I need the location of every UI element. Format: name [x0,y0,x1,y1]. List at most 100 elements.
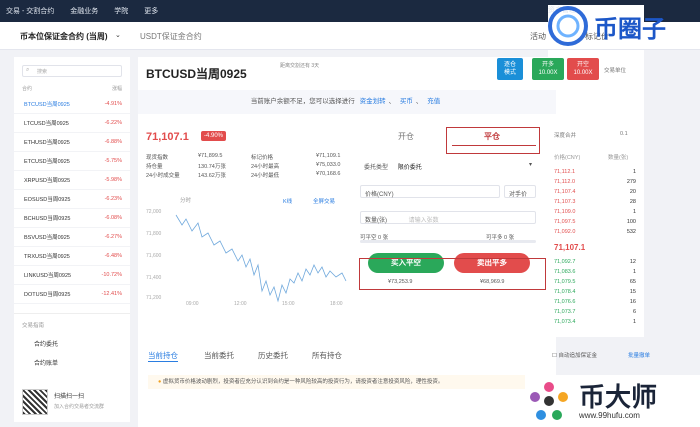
ask-qty: 279 [626,179,636,185]
ask-price: 71,112.1 [554,169,576,175]
stat-label: 持仓量 [146,164,163,170]
order-type-select[interactable]: 委托类型 限价委托 ▾ [360,159,536,172]
ask-qty: 1 [632,169,636,175]
ask-price: 71,107.4 [554,189,576,195]
stat-row: 持仓量 130.74万张 24小时最高 ¥75,033.0 [146,162,354,170]
stat-row: 现货指数 ¥71,899.5 标记价格 ¥71,109.1 [146,153,354,161]
stat-value: ¥71,109.1 [316,153,341,159]
y-tick: 72,000 [146,209,162,215]
ask-qty: 100 [626,219,636,225]
badge-line: 10.00X [538,70,558,76]
contract-change: -6.22% [104,120,122,126]
contract-name: XRPUSD当周0925 [24,178,71,184]
stat-label: 24小时最高 [251,164,280,170]
badge-line: 开多 [541,62,554,68]
warning-text: 虚拟货币价格波动剧烈，投资者应充分认识到合约是一种风险较高的投资行为，请投资者注… [162,379,444,385]
contract-list-item[interactable]: LTCUSD当周0925 -6.22% [14,114,130,133]
delivery-countdown: 距离交割还有 3天 [280,63,320,69]
price-input[interactable]: 价格(CNY) [360,185,500,198]
contract-list-item[interactable]: DOTUSD当周0925 -12.41% [14,285,130,304]
tab-open-position[interactable]: 开仓 [398,131,414,142]
stat-value: ¥75,033.0 [316,162,341,168]
counterparty-price-button[interactable]: 对手价 [504,185,536,198]
x-tick: 09:00 [186,301,199,307]
contract-list-item[interactable]: ETCUSD当周0925 -5.75% [14,152,130,171]
search-icon: ⌕ [26,67,30,73]
ask-price: 71,109.0 [554,209,576,215]
trading-guide-label: 交易指南 [22,323,45,329]
price-label: 价格(CNY) [365,192,394,198]
contract-list-item[interactable]: BSVUSD当周0925 -6.27% [14,228,130,247]
notice-link-deposit[interactable]: 充值 [427,98,440,105]
notice-link-transfer[interactable]: 资金划转 [360,98,386,105]
coin-logo-icon [548,6,588,46]
bid-price: 71,092.7 [554,259,576,265]
list-header: 合约 涨幅 [22,85,122,92]
nav-item-trade[interactable]: 交易 - 交割合约 [6,6,54,16]
qr-title: 扫描扫一扫 [54,394,85,400]
last-price: 71,107.1 [146,131,189,143]
contract-name: BSVUSD当周0925 [24,235,70,241]
y-tick: 71,400 [146,275,162,281]
tab-current-orders[interactable]: 当前委托 [204,350,234,361]
margin-mode-badge[interactable]: 逐仓 模式 [497,58,523,80]
contract-list-item[interactable]: XRPUSD当周0925 -5.98% [14,171,130,190]
tab-usdt-margined[interactable]: USDT保证金合约 [140,31,202,42]
contract-list-item[interactable]: BCHUSD当周0925 -6.08% [14,209,130,228]
search-input[interactable]: 搜索 [22,65,122,77]
bid-price: 71,076.6 [554,299,576,305]
auto-margin-checkbox[interactable]: ☐ 自动追加保证金 [552,351,597,359]
nav-item-more[interactable]: 更多 [144,6,158,16]
contract-list-item[interactable]: ETHUSD当周0925 -6.88% [14,133,130,152]
contract-change: -5.98% [104,177,122,183]
bid-qty: 16 [629,299,636,305]
contract-list-item[interactable]: BTCUSD当周0925 -4.91% [14,95,130,114]
contract-list-item[interactable]: TRXUSD当周0925 -6.48% [14,247,130,266]
short-leverage-badge[interactable]: 开空 10.00X [567,58,599,80]
notice-text: 当前账户余额不足，您可以选择进行 [250,98,355,105]
qty-placeholder: 请输入张数 [408,218,439,224]
qr-subtitle: 加入合约交易者交流群 [54,404,105,410]
ask-price: 71,107.3 [554,199,576,205]
contract-orders-link[interactable]: 合约委托 [34,339,58,348]
contract-list-item[interactable]: LINKUSD当周0925 -10.72% [14,266,130,285]
nav-item-academy[interactable]: 学院 [114,6,128,16]
stat-label: 24小时成交量 [146,173,180,179]
depth-value[interactable]: 0.1 [620,131,628,137]
ask-price: 71,092.0 [554,229,576,235]
notice-link-buy[interactable]: 买币 [400,98,413,105]
contract-bill-link[interactable]: 合约账单 [34,358,58,367]
x-tick: 15:00 [282,301,295,307]
stat-row: 24小时成交量 143.62万张 24小时最低 ¥70,168.6 [146,171,354,179]
contract-change: -10.72% [101,272,123,278]
long-leverage-badge[interactable]: 开多 10.00X [532,58,564,80]
tab-current-positions[interactable]: 当前持仓 [148,350,178,362]
ask-qty: 28 [629,199,636,205]
stat-value: ¥70,168.6 [316,171,341,177]
tab-all-positions[interactable]: 所有持仓 [312,350,342,361]
stat-label: 标记价格 [251,155,274,161]
tab-coin-margined[interactable]: 币本位保证金合约 (当周) [20,31,108,42]
bid-price: 71,079.5 [554,279,576,285]
ask-qty: 532 [626,229,636,235]
chevron-down-icon[interactable]: ⌄ [115,31,121,39]
price-chart[interactable]: 72,000 71,800 71,600 71,400 71,200 09:00… [146,195,354,307]
contract-change: -4.91% [104,101,122,107]
watermark-logo-top: 币圈子 [546,0,700,52]
bid-price: 71,078.4 [554,289,576,295]
contract-list-item[interactable]: EOSUSD当周0925 -6.23% [14,190,130,209]
quantity-input[interactable]: 数量(张) 请输入张数 [360,211,536,224]
trade-unit-link[interactable]: 交易单位 [604,66,626,74]
contract-name: LINKUSD当周0925 [24,273,72,279]
tab-order-history[interactable]: 历史委托 [258,350,288,361]
contract-list-panel: 搜索 ⌕ 合约 涨幅 BTCUSD当周0925 -4.91% LTCUSD当周092… [14,57,130,422]
nav-item-finance[interactable]: 金融业务 [70,6,98,16]
y-tick: 71,600 [146,253,162,259]
activity-link[interactable]: 活动 [530,31,546,42]
slider-track[interactable] [360,240,536,243]
bid-qty: 12 [629,259,636,265]
col-qty: 数量(张) [608,155,629,161]
flower-logo-icon [530,382,568,420]
badge-line: 开空 [576,62,589,68]
cancel-all-button[interactable]: 批量撤单 [628,351,650,359]
